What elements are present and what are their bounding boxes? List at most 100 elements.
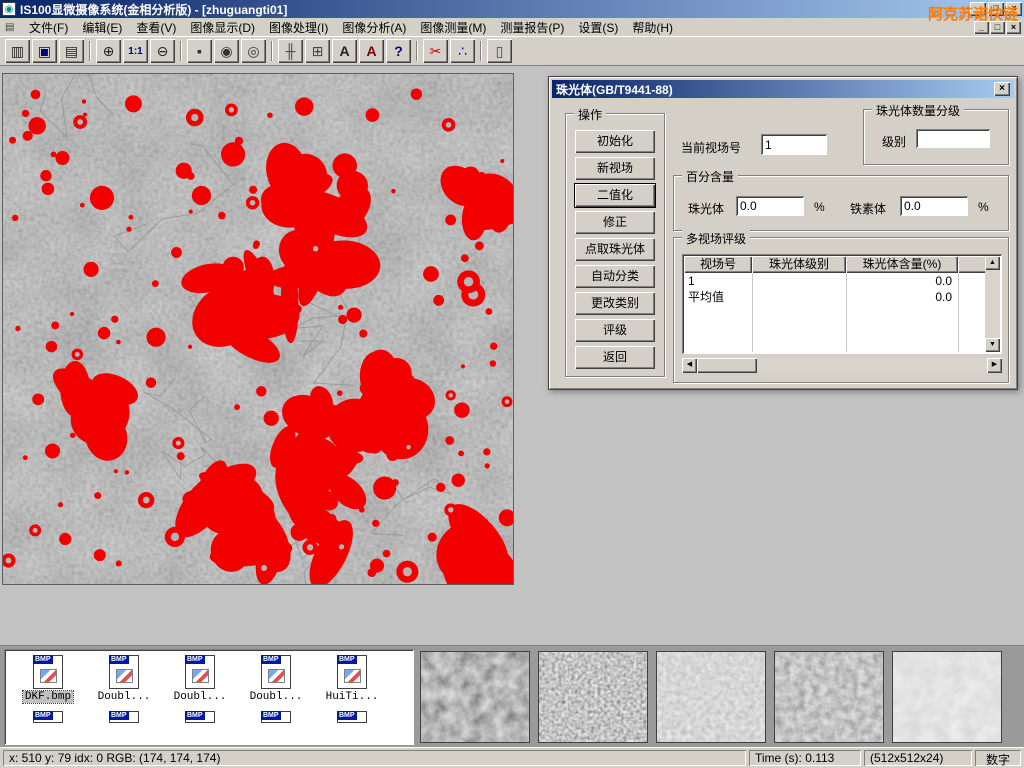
menu-item-image-measure[interactable]: 图像测量(M) <box>413 17 493 38</box>
scroll-down-icon[interactable]: ▼ <box>985 338 1000 352</box>
table-body: 10.0平均值0.0 <box>684 273 985 352</box>
table-cell <box>958 289 985 305</box>
bmp-badge: BMP <box>261 711 281 720</box>
toolbar-font-style-icon[interactable]: A <box>359 39 384 63</box>
toolbar-zoom-out-icon[interactable]: ⊖ <box>150 39 175 63</box>
scroll-right-icon[interactable]: ▶ <box>987 358 1002 373</box>
titlebar-close-button[interactable]: × <box>1006 2 1022 16</box>
file-browser[interactable]: BMPDKF.bmpBMPDoubl...BMPDoubl...BMPDoubl… <box>4 649 414 745</box>
thumbnail-3[interactable] <box>656 651 766 743</box>
menu-item-help[interactable]: 帮助(H) <box>625 17 680 38</box>
toolbar-ruler-icon[interactable]: ▯ <box>487 39 512 63</box>
file-item-row2-3[interactable]: BMP <box>238 711 314 723</box>
op-button-change-class[interactable]: 更改类别 <box>575 292 655 315</box>
file-item-huiti[interactable]: BMP HuiTi... <box>314 655 390 703</box>
child-close-button[interactable]: × <box>1006 21 1021 34</box>
op-button-pick-pearlite[interactable]: 点取珠光体 <box>575 238 655 261</box>
bmp-art-icon <box>116 669 133 683</box>
scrollbar-thumb[interactable] <box>697 358 757 373</box>
file-item-row2-1[interactable]: BMP <box>86 711 162 723</box>
multi-field-table[interactable]: 视场号珠光体级别珠光体含量(%)铁素 10.0平均值0.0 ▲ ▼ <box>682 254 1002 354</box>
menu-items: 文件(F)编辑(E)查看(V)图像显示(D)图像处理(I)图像分析(A)图像测量… <box>22 17 680 38</box>
toolbar-actual-size-icon[interactable]: 1:1 <box>123 39 148 63</box>
toolbar-camera-icon[interactable]: ◉ <box>214 39 239 63</box>
table-horizontal-scrollbar[interactable]: ◀ ▶ <box>682 358 1002 373</box>
table-header-1[interactable]: 珠光体级别 <box>752 256 846 273</box>
menu-item-measure-report[interactable]: 测量报告(P) <box>493 17 571 38</box>
child-minimize-button[interactable]: _ <box>974 21 989 34</box>
file-item-row2-4[interactable]: BMP <box>314 711 390 723</box>
file-item-dkf[interactable]: BMPDKF.bmp <box>10 655 86 703</box>
pearlite-percent-input[interactable] <box>736 196 804 216</box>
op-button-new-field[interactable]: 新视场 <box>575 157 655 180</box>
file-item-doubl1[interactable]: BMP Doubl... <box>86 655 162 703</box>
thumbnail-2[interactable] <box>538 651 648 743</box>
bottom-panel: BMPDKF.bmpBMPDoubl...BMPDoubl...BMPDoubl… <box>0 645 1024 747</box>
dialog-close-button[interactable]: × <box>994 82 1010 96</box>
table-grid-line <box>846 273 847 352</box>
child-maximize-button[interactable]: □ <box>990 21 1005 34</box>
table-row[interactable]: 平均值0.0 <box>684 289 985 305</box>
app-icon: ◉ <box>2 2 16 16</box>
op-button-auto-classify[interactable]: 自动分类 <box>575 265 655 288</box>
operations-group-label: 操作 <box>574 106 606 123</box>
toolbar-zoom-in-icon[interactable]: ⊕ <box>96 39 121 63</box>
scroll-left-icon[interactable]: ◀ <box>682 358 697 373</box>
menu-item-image-processing[interactable]: 图像处理(I) <box>262 17 335 38</box>
toolbar-separator <box>271 41 273 61</box>
thumbnail-5[interactable] <box>892 651 1002 743</box>
pearlite-dialog-titlebar[interactable]: 珠光体(GB/T9441-88) × <box>552 80 1014 98</box>
op-button-grade[interactable]: 评级 <box>575 319 655 342</box>
file-item-doubl3[interactable]: BMPDoubl... <box>238 655 314 703</box>
table-header-2[interactable]: 珠光体含量(%) <box>846 256 958 273</box>
table-cell: 0.0 <box>846 289 958 305</box>
thumbnail-1[interactable] <box>420 651 530 743</box>
bmp-file-icon: BMP <box>261 711 291 723</box>
bmp-badge: BMP <box>109 655 129 664</box>
toolbar-help-icon[interactable]: ? <box>386 39 411 63</box>
menu-item-edit[interactable]: 编辑(E) <box>75 17 129 38</box>
bmp-file-icon: BMP <box>109 655 139 689</box>
toolbar-measure-grid-icon[interactable]: ⊞ <box>305 39 330 63</box>
table-header-3[interactable]: 铁素 <box>958 256 985 273</box>
scroll-up-icon[interactable]: ▲ <box>985 256 1000 270</box>
current-field-input[interactable] <box>761 134 827 155</box>
thumbnail-4[interactable] <box>774 651 884 743</box>
titlebar-minimize-button[interactable]: _ <box>970 2 986 16</box>
toolbar-target-icon[interactable]: ◎ <box>241 39 266 63</box>
op-button-initialize[interactable]: 初始化 <box>575 130 655 153</box>
file-item-doubl2[interactable]: BMPDoubl... <box>162 655 238 703</box>
scrollbar-track[interactable] <box>757 358 987 373</box>
toolbar-calibrate-points-icon[interactable]: ∴ <box>450 39 475 63</box>
file-item-row2-0[interactable]: BMP <box>10 711 86 723</box>
menu-item-view[interactable]: 查看(V) <box>129 17 183 38</box>
toolbar-open-icon[interactable]: ▥ <box>5 39 30 63</box>
file-name: HuiTi... <box>324 691 381 703</box>
table-row[interactable]: 10.0 <box>684 273 985 289</box>
menu-item-image-display[interactable]: 图像显示(D) <box>183 17 262 38</box>
toolbar-measure-distance-icon[interactable]: ╫ <box>278 39 303 63</box>
file-name: Doubl... <box>96 691 153 703</box>
file-item-row2-2[interactable]: BMP <box>162 711 238 723</box>
bmp-badge: BMP <box>261 655 281 664</box>
table-vertical-scrollbar[interactable]: ▲ ▼ <box>985 256 1000 352</box>
ferrite-percent-input[interactable] <box>900 196 968 216</box>
level-input[interactable] <box>916 129 990 148</box>
operations-group: 操作 初始化新视场二值化修正点取珠光体自动分类更改类别评级返回 <box>565 113 665 377</box>
toolbar-save-icon[interactable]: ▣ <box>32 39 57 63</box>
op-button-return[interactable]: 返回 <box>575 346 655 369</box>
micrograph-image[interactable] <box>2 73 514 585</box>
toolbar-annotate-text-icon[interactable]: A <box>332 39 357 63</box>
titlebar-maximize-button[interactable]: □ <box>988 2 1004 16</box>
menu-item-image-analysis[interactable]: 图像分析(A) <box>335 17 413 38</box>
menu-item-file[interactable]: 文件(F) <box>22 17 75 38</box>
toolbar-freeze-frame-icon[interactable]: ▪ <box>187 39 212 63</box>
table-header-0[interactable]: 视场号 <box>684 256 752 273</box>
bmp-badge: BMP <box>337 655 357 664</box>
menu-item-settings[interactable]: 设置(S) <box>571 17 625 38</box>
percent-group: 百分含量 珠光体 % 铁素体 % <box>673 175 1009 231</box>
toolbar-cut-icon[interactable]: ✂ <box>423 39 448 63</box>
op-button-correct[interactable]: 修正 <box>575 211 655 234</box>
op-button-binarize[interactable]: 二值化 <box>575 184 655 207</box>
toolbar-print-icon[interactable]: ▤ <box>59 39 84 63</box>
